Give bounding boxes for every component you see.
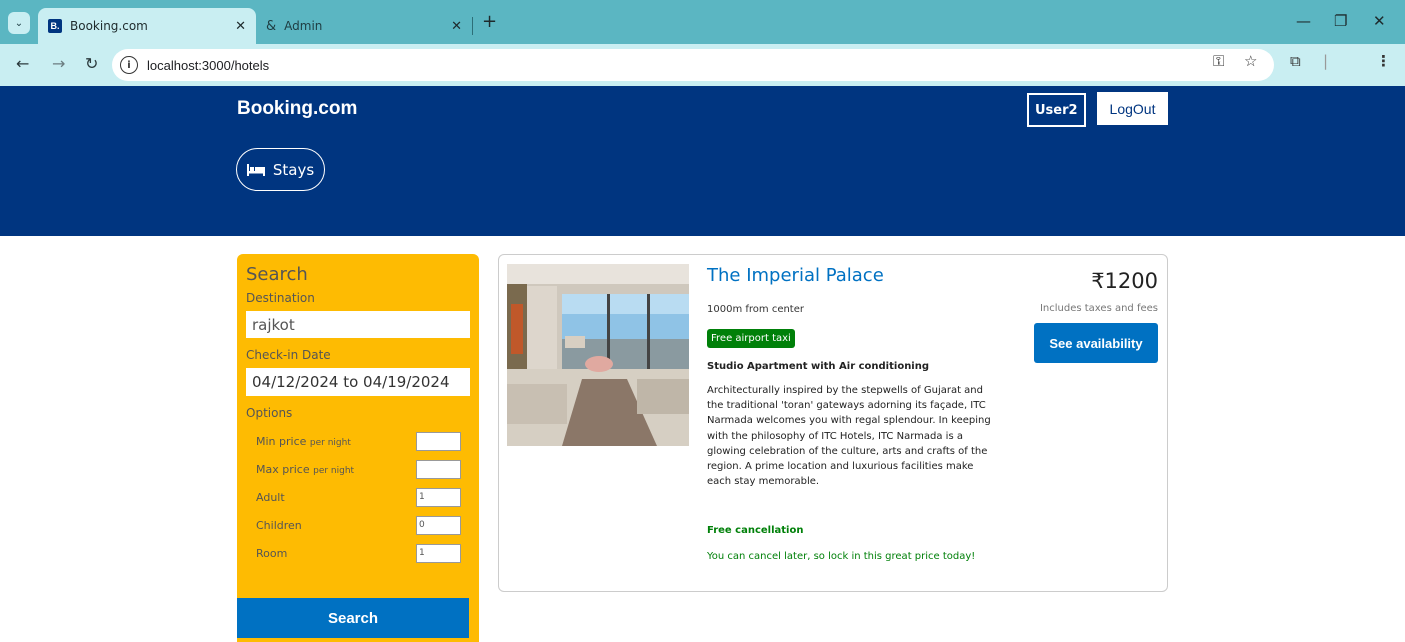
tab-label: Admin bbox=[284, 19, 323, 33]
see-availability-button[interactable]: See availability bbox=[1034, 323, 1158, 363]
search-panel: Search Destination rajkot Check-in Date … bbox=[237, 254, 479, 642]
cancellation-subtitle: You can cancel later, so lock in this gr… bbox=[707, 551, 976, 562]
logout-button[interactable]: LogOut bbox=[1097, 92, 1168, 125]
hotel-description: Architecturally inspired by the stepwell… bbox=[707, 385, 991, 488]
extensions-puzzle-icon[interactable]: ⧉ bbox=[1290, 52, 1301, 70]
site-info-icon[interactable]: i bbox=[120, 56, 138, 74]
min-price-input[interactable] bbox=[416, 431, 461, 451]
children-input[interactable]: 0 bbox=[416, 515, 461, 535]
browser-tab-bar: ⌄ B. Booking.com ✕ & Admin ✕ + — ❐ ✕ bbox=[0, 0, 1405, 44]
tab-close-icon[interactable]: ✕ bbox=[451, 19, 462, 34]
destination-label: Destination bbox=[246, 291, 315, 305]
option-label: Adult bbox=[256, 490, 285, 504]
password-key-icon[interactable]: ⚿ bbox=[1213, 52, 1224, 70]
admin-people-icon: & bbox=[266, 18, 277, 34]
tab-admin[interactable]: & Admin ✕ bbox=[256, 8, 472, 44]
option-label: Children bbox=[256, 518, 302, 532]
tab-close-icon[interactable]: ✕ bbox=[235, 19, 246, 34]
user-badge[interactable]: User2 bbox=[1027, 93, 1086, 127]
option-row-min-price: Min price per night bbox=[246, 427, 470, 455]
tab-search-chevron-icon[interactable]: ⌄ bbox=[8, 12, 30, 34]
forward-arrow-icon[interactable]: → bbox=[52, 54, 65, 73]
minimize-icon[interactable]: — bbox=[1296, 12, 1311, 30]
bed-icon bbox=[246, 163, 265, 176]
checkin-date-input[interactable]: 04/12/2024 to 04/19/2024 bbox=[246, 368, 470, 396]
option-row-children: Children 0 bbox=[246, 511, 470, 539]
options-label: Options bbox=[246, 406, 293, 420]
url-text: localhost:3000/hotels bbox=[147, 57, 270, 73]
browser-menu-icon[interactable]: ⋮ bbox=[1376, 52, 1391, 70]
reload-icon[interactable]: ↻ bbox=[85, 54, 98, 73]
room-type: Studio Apartment with Air conditioning bbox=[707, 361, 930, 372]
close-window-icon[interactable]: ✕ bbox=[1373, 12, 1386, 30]
adult-input[interactable]: 1 bbox=[416, 487, 461, 507]
new-tab-icon[interactable]: + bbox=[482, 11, 497, 32]
taxes-note: Includes taxes and fees bbox=[1039, 303, 1158, 314]
room-input[interactable]: 1 bbox=[416, 543, 461, 563]
destination-input[interactable]: rajkot bbox=[246, 311, 470, 338]
brand-logo[interactable]: Booking.com bbox=[237, 98, 357, 120]
restore-icon[interactable]: ❐ bbox=[1334, 12, 1347, 30]
option-label: Room bbox=[256, 546, 288, 560]
max-price-input[interactable] bbox=[416, 459, 461, 479]
hotel-name-link[interactable]: The Imperial Palace bbox=[707, 265, 884, 286]
site-header: Booking.com User2 LogOut Stays bbox=[0, 86, 1405, 236]
toolbar-divider: | bbox=[1323, 52, 1329, 70]
search-button[interactable]: Search bbox=[237, 598, 469, 638]
hotel-photo[interactable] bbox=[507, 264, 689, 446]
back-arrow-icon[interactable]: ← bbox=[16, 54, 29, 73]
hotel-result-card: The Imperial Palace 1000m from center Fr… bbox=[498, 254, 1168, 592]
search-panel-title: Search bbox=[246, 264, 308, 285]
tab-booking[interactable]: B. Booking.com ✕ bbox=[38, 8, 256, 44]
tab-divider bbox=[472, 17, 473, 35]
option-row-room: Room 1 bbox=[246, 539, 470, 567]
stays-label: Stays bbox=[272, 160, 315, 179]
stays-tab[interactable]: Stays bbox=[236, 148, 325, 191]
hotel-distance: 1000m from center bbox=[707, 304, 804, 315]
address-bar-row: ← → ↻ i localhost:3000/hotels ⚿ ☆ ⧉ | ⋮ bbox=[0, 44, 1405, 86]
booking-favicon-icon: B. bbox=[48, 19, 62, 33]
url-omnibox[interactable]: i localhost:3000/hotels bbox=[112, 49, 1274, 81]
option-row-max-price: Max price per night bbox=[246, 455, 470, 483]
free-cancellation-title: Free cancellation bbox=[707, 525, 804, 536]
airport-taxi-badge: Free airport taxi bbox=[707, 329, 795, 348]
option-label: Min price per night bbox=[256, 434, 351, 448]
option-row-adult: Adult 1 bbox=[246, 483, 470, 511]
option-label: Max price per night bbox=[256, 462, 355, 476]
hotel-price: ₹1200 bbox=[1091, 269, 1158, 293]
checkin-label: Check-in Date bbox=[246, 348, 331, 362]
tab-label: Booking.com bbox=[70, 19, 148, 33]
bookmark-star-icon[interactable]: ☆ bbox=[1244, 52, 1257, 70]
